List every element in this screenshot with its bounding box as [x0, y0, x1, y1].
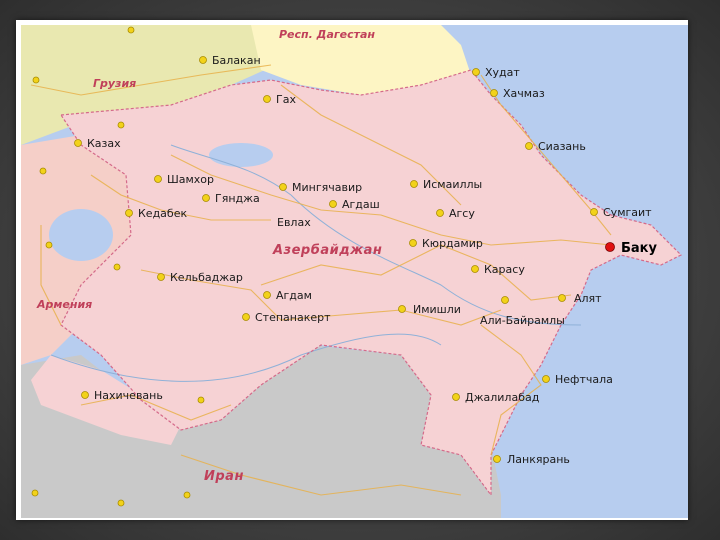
city-label: Кюрдамир	[422, 237, 483, 250]
city-label: Агсу	[449, 207, 475, 220]
city-label: Сиазань	[538, 140, 586, 153]
city-label: Алят	[574, 292, 602, 305]
city-marker[interactable]	[493, 455, 501, 463]
capital-marker[interactable]	[605, 242, 615, 252]
town-marker	[32, 76, 40, 84]
city-label: Евлах	[277, 216, 311, 229]
town-marker	[113, 263, 121, 271]
sevan-lake	[49, 209, 113, 261]
city-marker[interactable]	[157, 273, 165, 281]
city-label: Нефтчала	[555, 373, 613, 386]
city-label: Гах	[276, 93, 296, 106]
region-label-iran: Иран	[204, 469, 244, 484]
town-marker	[39, 167, 47, 175]
town-marker	[117, 499, 125, 507]
city-label: Сумгаит	[603, 206, 652, 219]
city-label: Степанакерт	[255, 311, 331, 324]
city-marker[interactable]	[199, 56, 207, 64]
city-label: Худат	[485, 66, 520, 79]
city-marker[interactable]	[410, 180, 418, 188]
city-marker[interactable]	[154, 175, 162, 183]
city-label: Мингячавир	[292, 181, 362, 194]
city-label: Агдаш	[342, 198, 380, 211]
city-marker[interactable]	[409, 239, 417, 247]
town-marker	[31, 489, 39, 497]
city-label: Нахичевань	[94, 389, 163, 402]
city-label: Хачмаз	[503, 87, 545, 100]
city-marker[interactable]	[81, 391, 89, 399]
city-marker[interactable]	[242, 313, 250, 321]
city-marker[interactable]	[202, 194, 210, 202]
city-marker[interactable]	[558, 294, 566, 302]
city-marker[interactable]	[436, 209, 444, 217]
city-marker[interactable]	[501, 296, 509, 304]
city-marker[interactable]	[329, 200, 337, 208]
city-label: Али-Байрамлы	[480, 314, 565, 327]
city-label: Казах	[87, 137, 121, 150]
city-label: Гянджа	[215, 192, 260, 205]
city-label: Исмаиллы	[423, 178, 482, 191]
city-marker[interactable]	[490, 89, 498, 97]
city-marker[interactable]	[472, 68, 480, 76]
mingachevir-reservoir	[209, 143, 273, 167]
city-label: Имишли	[413, 303, 461, 316]
city-marker[interactable]	[398, 305, 406, 313]
city-label: Кедабек	[138, 207, 187, 220]
town-marker	[197, 396, 205, 404]
azerbaijan-map[interactable]: Респ. Дагестан Грузия Азербайджан Армени…	[21, 25, 688, 518]
region-label-georgia: Грузия	[93, 77, 136, 90]
capital-label: Баку	[621, 241, 658, 256]
town-marker	[117, 121, 125, 129]
town-marker	[127, 26, 135, 34]
city-marker[interactable]	[74, 139, 82, 147]
region-label-dagestan: Респ. Дагестан	[279, 28, 375, 41]
city-marker[interactable]	[279, 183, 287, 191]
city-label: Ланкярань	[507, 453, 570, 466]
city-marker[interactable]	[590, 208, 598, 216]
region-label-armenia: Армения	[36, 298, 92, 311]
city-marker[interactable]	[125, 209, 133, 217]
city-label: Балакан	[212, 54, 261, 67]
city-marker[interactable]	[542, 375, 550, 383]
town-marker	[45, 241, 53, 249]
city-label: Шамхор	[167, 173, 214, 186]
city-label: Агдам	[276, 289, 312, 302]
city-marker[interactable]	[471, 265, 479, 273]
city-label: Джалилабад	[465, 391, 540, 404]
city-marker[interactable]	[263, 291, 271, 299]
city-label: Карасу	[484, 263, 525, 276]
region-label-azerbaijan: Азербайджан	[272, 243, 382, 258]
city-label: Кельбаджар	[170, 271, 243, 284]
town-marker	[183, 491, 191, 499]
city-marker[interactable]	[525, 142, 533, 150]
city-marker[interactable]	[263, 95, 271, 103]
city-marker[interactable]	[452, 393, 460, 401]
